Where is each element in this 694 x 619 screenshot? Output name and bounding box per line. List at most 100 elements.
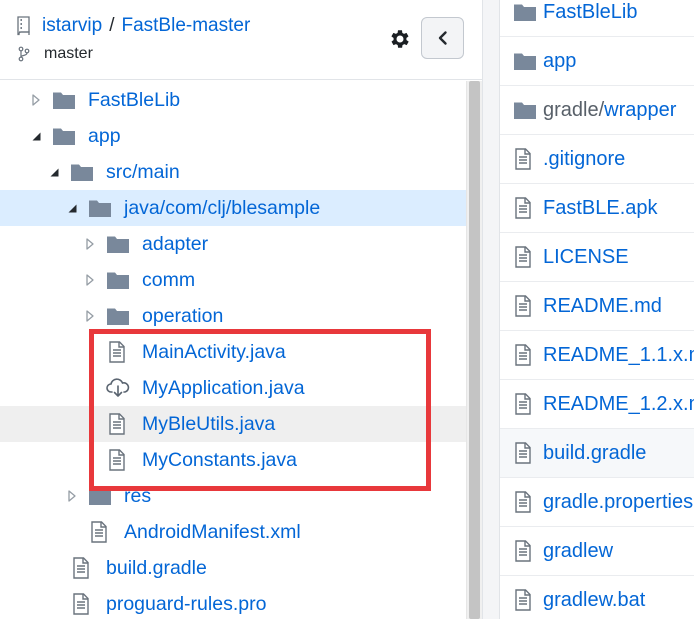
file-list-file-row[interactable]: README.md [500, 282, 694, 331]
file-icon [514, 540, 538, 562]
file-icon [514, 491, 538, 513]
tree-folder-row[interactable]: comm [0, 262, 466, 298]
triangle-down-icon[interactable] [48, 165, 60, 179]
collapse-sidebar-button[interactable] [421, 17, 464, 59]
branch-indicator[interactable]: master [18, 44, 93, 64]
git-branch-icon [18, 46, 30, 62]
file-list-file-row[interactable]: .gitignore [500, 135, 694, 184]
file-icon [514, 148, 538, 170]
tree-folder-row[interactable]: src/main [0, 154, 466, 190]
file-tree-panel: istarvip / FastBle-master master FastBle… [0, 0, 482, 619]
file-icon [72, 593, 96, 615]
tree-item-label: app [88, 124, 121, 147]
cloud-download-icon [106, 377, 130, 399]
tree-item-label: MyApplication.java [142, 376, 305, 399]
file-icon [514, 393, 538, 415]
file-list-label[interactable]: FastBleLib [543, 1, 638, 24]
file-list-folder-row[interactable]: gradle/wrapper [500, 86, 694, 135]
file-list-label[interactable]: FastBLE.apk [543, 197, 658, 220]
file-icon [514, 442, 538, 464]
gear-icon[interactable] [388, 27, 412, 51]
tree-folder-row[interactable]: FastBleLib [0, 82, 466, 118]
file-list-label[interactable]: README_1.2.x.md [543, 393, 694, 416]
file-list-label[interactable]: gradle/wrapper [543, 99, 676, 122]
file-list-file-row[interactable]: LICENSE [500, 233, 694, 282]
file-icon [514, 344, 538, 366]
scrollbar-thumb[interactable] [469, 81, 480, 619]
file-icon [514, 295, 538, 317]
file-list-label[interactable]: build.gradle [543, 442, 646, 465]
file-list-label[interactable]: gradlew [543, 540, 613, 563]
file-list-file-row[interactable]: gradle.properties [500, 478, 694, 527]
triangle-right-icon[interactable] [84, 237, 96, 251]
tree-file-row[interactable]: MyBleUtils.java [0, 406, 466, 442]
tree-item-label: AndroidManifest.xml [124, 520, 301, 543]
triangle-right-icon[interactable] [66, 489, 78, 503]
branch-name: master [44, 45, 93, 62]
file-list-name: FastBLE.apk [543, 196, 658, 219]
tree-header: istarvip / FastBle-master master [0, 0, 482, 80]
file-list-file-row[interactable]: gradlew [500, 527, 694, 576]
folder-icon [70, 161, 94, 183]
folder-icon [88, 485, 112, 507]
file-list-name: app [543, 49, 577, 72]
file-list-name: LICENSE [543, 245, 629, 268]
file-list-name: gradle.properties [543, 490, 694, 513]
tree-file-row[interactable]: AndroidManifest.xml [0, 514, 466, 550]
tree-file-row[interactable]: MyConstants.java [0, 442, 466, 478]
tree-item-label: build.gradle [106, 556, 207, 579]
file-list-file-row[interactable]: build.gradle [500, 429, 694, 478]
tree-folder-row[interactable]: adapter [0, 226, 466, 262]
tree-item-label: operation [142, 304, 224, 327]
file-list-file-row[interactable]: README_1.2.x.md [500, 380, 694, 429]
triangle-down-icon[interactable] [30, 129, 42, 143]
folder-icon [106, 305, 130, 327]
folder-icon [52, 89, 76, 111]
tree-file-row[interactable]: MainActivity.java [0, 334, 466, 370]
tree-folder-row[interactable]: java/com/clj/blesample [0, 190, 466, 226]
panel-divider[interactable] [482, 0, 500, 619]
tree-scrollbar[interactable] [466, 81, 482, 619]
folder-icon [106, 269, 130, 291]
triangle-right-icon[interactable] [84, 309, 96, 323]
triangle-right-icon[interactable] [30, 93, 42, 107]
file-list-label[interactable]: README_1.1.x.md [543, 344, 694, 367]
file-list-panel: FastBleLib app gradle/wrapper .gitignore Fas… [500, 0, 694, 619]
file-list-folder-row[interactable]: app [500, 37, 694, 86]
file-list-name: .gitignore [543, 147, 626, 170]
file-list-file-row[interactable]: gradlew.bat [500, 576, 694, 619]
file-list-file-row[interactable]: README_1.1.x.md [500, 331, 694, 380]
file-list-label[interactable]: app [543, 50, 576, 73]
file-icon [72, 557, 96, 579]
file-icon [514, 589, 538, 611]
file-icon [90, 521, 114, 543]
file-list-name: build.gradle [543, 441, 647, 464]
folder-icon [52, 125, 76, 147]
tree-item-label: res [124, 484, 152, 507]
file-list-label[interactable]: .gitignore [543, 148, 625, 171]
triangle-right-icon[interactable] [84, 273, 96, 287]
tree-item-label: MyBleUtils.java [142, 412, 276, 435]
tree-folder-row[interactable]: res [0, 478, 466, 514]
tree-folder-row[interactable]: app [0, 118, 466, 154]
tree-item-label: FastBleLib [88, 88, 181, 111]
file-list-name: FastBleLib [543, 0, 638, 23]
file-icon [514, 197, 538, 219]
file-list-label[interactable]: gradle.properties [543, 491, 693, 514]
file-list-label[interactable]: LICENSE [543, 246, 629, 269]
repo-owner-link[interactable]: istarvip [42, 15, 102, 37]
file-list-name: README.md [543, 294, 662, 317]
file-list-name: gradlew [543, 539, 614, 562]
tree-file-row[interactable]: proguard-rules.pro [0, 586, 466, 619]
tree-file-row[interactable]: MyApplication.java [0, 370, 466, 406]
file-list-file-row[interactable]: FastBLE.apk [500, 184, 694, 233]
file-list-folder-row[interactable]: FastBleLib [500, 0, 694, 37]
file-icon [108, 413, 132, 435]
tree-folder-row[interactable]: operation [0, 298, 466, 334]
file-list-label[interactable]: gradlew.bat [543, 589, 645, 612]
file-icon [108, 449, 132, 471]
triangle-down-icon[interactable] [66, 201, 78, 215]
file-list-label[interactable]: README.md [543, 295, 662, 318]
tree-file-row[interactable]: build.gradle [0, 550, 466, 586]
repo-name-link[interactable]: FastBle-master [121, 15, 250, 37]
